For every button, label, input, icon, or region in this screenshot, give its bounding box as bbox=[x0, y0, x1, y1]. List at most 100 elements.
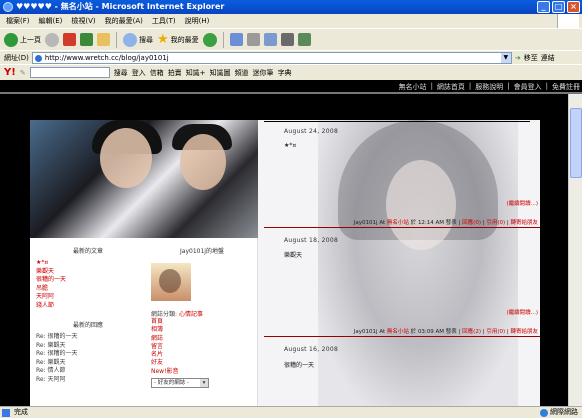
comment-link[interactable]: Re: 很糟的一天 bbox=[36, 333, 140, 342]
mail-button[interactable] bbox=[229, 33, 243, 46]
nav-login[interactable]: 會員登入 bbox=[514, 82, 542, 92]
profile-link-card[interactable]: 名片 bbox=[148, 351, 256, 359]
trackback-link[interactable]: 引用(0) bbox=[486, 329, 505, 335]
profile-link-friends[interactable]: 好友 bbox=[148, 359, 256, 367]
address-bar: 網址(D) http://www.wretch.cc/blog/jay0101j… bbox=[0, 50, 582, 64]
nav-register[interactable]: 免費註冊 bbox=[552, 82, 580, 92]
nav-wretch[interactable]: 無名小站 bbox=[399, 82, 427, 92]
yahoo-search-button[interactable]: 搜尋 bbox=[114, 68, 128, 78]
category-link[interactable]: 心情記事 bbox=[179, 311, 203, 318]
comment-link[interactable]: Re: 情人節 bbox=[36, 367, 140, 376]
research-button[interactable] bbox=[297, 33, 311, 46]
messenger-button[interactable] bbox=[280, 33, 294, 46]
recent-post-link[interactable]: 很糟的一天 bbox=[36, 276, 140, 285]
recent-posts: 最新的文章 ★*¤ 樂觀天 很糟的一天 吊膽 天阿阿 錢人節 bbox=[36, 238, 140, 310]
recent-post-link[interactable]: 樂觀天 bbox=[36, 268, 140, 277]
forward-link[interactable]: 轉寄給朋友 bbox=[510, 220, 538, 226]
refresh-button[interactable] bbox=[80, 33, 93, 46]
zone-label: 網際網路 bbox=[550, 408, 578, 416]
yahoo-login-button[interactable]: 登入 bbox=[132, 68, 146, 78]
trackback-link[interactable]: 引用(0) bbox=[486, 220, 505, 226]
recent-comments-title: 最新的回應 bbox=[72, 322, 103, 329]
yahoo-search-input[interactable] bbox=[29, 67, 110, 78]
post-meta: Jay0101j At 無名小站 於 03:09 AM 發表 | 回應(2) |… bbox=[353, 329, 538, 335]
comment-link[interactable]: Re: 天阿阿 bbox=[36, 376, 140, 385]
yahoo-item-knowledge-map[interactable]: 知識圖 bbox=[210, 68, 231, 78]
post-date: August 18, 2008 bbox=[284, 237, 339, 244]
links-label[interactable]: 連結 bbox=[541, 53, 555, 63]
address-dropdown-icon[interactable]: ▼ bbox=[500, 52, 511, 63]
recent-posts-title: 最新的文章 bbox=[72, 248, 103, 255]
forward-button[interactable] bbox=[45, 32, 59, 47]
ie-icon bbox=[3, 2, 13, 12]
favorites-button[interactable]: ★ 我的最愛 bbox=[157, 32, 199, 47]
main-content: August 24, 2008 ★*¤ (繼續閱讀...) Jay0101j A… bbox=[258, 120, 540, 406]
profile-link-album[interactable]: 相簿 bbox=[148, 326, 256, 334]
read-more-link[interactable]: (繼續閱讀...) bbox=[506, 308, 538, 316]
vertical-scrollbar[interactable] bbox=[568, 94, 582, 406]
sidebar: 最新的文章 ★*¤ 樂觀天 很糟的一天 吊膽 天阿阿 錢人節 最新的回應 Re:… bbox=[30, 238, 258, 406]
menu-help[interactable]: 說明(H) bbox=[185, 16, 210, 26]
profile-link-home[interactable]: 首頁 bbox=[148, 318, 256, 326]
profile-box: Jay0101j的地盤 網誌分類: 心情記事 首頁 相簿 網誌 留言 名片 好友… bbox=[148, 238, 256, 389]
go-button[interactable]: 移至 bbox=[524, 53, 538, 63]
blog-page: 最新的文章 ★*¤ 樂觀天 很糟的一天 吊膽 天阿阿 錢人節 最新的回應 Re:… bbox=[30, 120, 540, 406]
stop-button[interactable] bbox=[63, 33, 76, 46]
maximize-button[interactable]: □ bbox=[552, 1, 565, 13]
yahoo-item-mini-note[interactable]: 迷你筆 bbox=[253, 68, 274, 78]
comments-link[interactable]: 回應(2) bbox=[462, 329, 481, 335]
recent-post-link[interactable]: ★*¤ bbox=[36, 259, 140, 268]
forward-link[interactable]: 轉寄給朋友 bbox=[510, 329, 538, 335]
read-more-link[interactable]: (繼續閱讀...) bbox=[506, 199, 538, 207]
back-button[interactable]: 上一頁 bbox=[4, 32, 41, 47]
profile-link-guestbook[interactable]: 留言 bbox=[148, 343, 256, 351]
site-link[interactable]: 無名小站 bbox=[387, 220, 409, 226]
nav-divider bbox=[0, 92, 582, 94]
menu-edit[interactable]: 編輯(E) bbox=[39, 16, 63, 26]
friend-blog-select[interactable]: - 好友的網誌 - ▾ bbox=[151, 378, 209, 389]
post-title: 樂觀天 bbox=[284, 252, 303, 259]
standard-toolbar: 上一頁 搜尋 ★ 我的最愛 bbox=[0, 28, 582, 50]
recent-post-link[interactable]: 天阿阿 bbox=[36, 293, 140, 302]
comments-link[interactable]: 回應(0) bbox=[462, 220, 481, 226]
recent-comments: 最新的回應 Re: 很糟的一天 Re: 樂觀天 Re: 很糟的一天 Re: 樂觀… bbox=[36, 320, 140, 384]
status-text: 完成 bbox=[14, 408, 28, 416]
menu-tools[interactable]: 工具(T) bbox=[152, 16, 176, 26]
print-button[interactable] bbox=[246, 33, 260, 46]
menu-view[interactable]: 檢視(V) bbox=[71, 16, 95, 26]
search-button[interactable]: 搜尋 bbox=[123, 32, 153, 47]
media-button[interactable] bbox=[202, 32, 217, 47]
yahoo-item-dictionary[interactable]: 字典 bbox=[278, 68, 292, 78]
menu-file[interactable]: 檔案(F) bbox=[6, 16, 30, 26]
comment-link[interactable]: Re: 樂觀天 bbox=[36, 359, 140, 368]
home-button[interactable] bbox=[97, 33, 110, 46]
avatar[interactable] bbox=[151, 263, 191, 301]
window-title: ♥♥♥♥♥ - 無名小站 - Microsoft Internet Explor… bbox=[16, 2, 225, 11]
nav-help[interactable]: 服務說明 bbox=[475, 82, 503, 92]
yahoo-toolbar: Y! ✎ 搜尋 登入 信箱 拍賣 知識+ 知識圖 頻道 迷你筆 字典 bbox=[0, 64, 582, 80]
comment-link[interactable]: Re: 樂觀天 bbox=[36, 342, 140, 351]
recent-post-link[interactable]: 錢人節 bbox=[36, 302, 140, 311]
address-input[interactable]: http://www.wretch.cc/blog/jay0101j ▼ bbox=[31, 51, 512, 64]
yahoo-item-knowledge[interactable]: 知識+ bbox=[186, 68, 206, 78]
post-divider bbox=[264, 227, 540, 228]
menu-favorites[interactable]: 我的最愛(A) bbox=[105, 16, 143, 26]
scrollbar-thumb[interactable] bbox=[570, 108, 582, 178]
toolbar-separator bbox=[116, 31, 117, 48]
nav-blog-home[interactable]: 網誌首頁 bbox=[437, 82, 465, 92]
edit-button[interactable] bbox=[263, 33, 277, 46]
blog-banner-photo bbox=[30, 120, 258, 238]
menu-bar: 檔案(F) 編輯(E) 檢視(V) 我的最愛(A) 工具(T) 說明(H) bbox=[0, 14, 582, 28]
comment-link[interactable]: Re: 很糟的一天 bbox=[36, 350, 140, 359]
yahoo-logo[interactable]: Y! bbox=[4, 67, 16, 78]
yahoo-item-mail[interactable]: 信箱 bbox=[150, 68, 164, 78]
yahoo-item-auction[interactable]: 拍賣 bbox=[168, 68, 182, 78]
site-link[interactable]: 無名小站 bbox=[387, 329, 409, 335]
close-button[interactable]: × bbox=[567, 1, 580, 13]
yahoo-item-channel[interactable]: 頻道 bbox=[235, 68, 249, 78]
profile-link-video[interactable]: New!影音 bbox=[148, 368, 256, 376]
profile-link-blog[interactable]: 網誌 bbox=[148, 335, 256, 343]
minimize-button[interactable]: _ bbox=[537, 1, 550, 13]
security-zone: 網際網路 bbox=[540, 407, 578, 418]
recent-post-link[interactable]: 吊膽 bbox=[36, 285, 140, 294]
